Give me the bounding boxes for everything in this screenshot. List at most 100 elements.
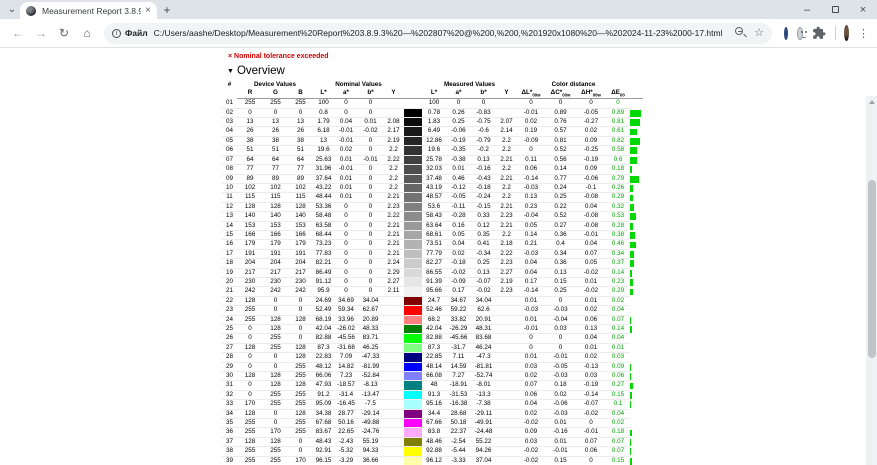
delta-e-value: 0.07 xyxy=(606,437,630,448)
zoom-out-icon[interactable] xyxy=(734,26,748,40)
cell-value: -0.07 xyxy=(471,277,496,288)
column-header xyxy=(630,88,643,100)
cell-value: 73.51 xyxy=(422,239,446,250)
profile-avatar[interactable] xyxy=(843,25,849,41)
delta-e-bar xyxy=(630,409,643,418)
cell-value: 68.19 xyxy=(313,315,334,326)
cell-value: 255 xyxy=(288,362,313,373)
info-icon[interactable]: i xyxy=(112,28,121,38)
cell-value: -0.02 xyxy=(358,126,383,137)
cell-value: -5.32 xyxy=(334,446,358,457)
cell-value: 20.89 xyxy=(358,315,383,326)
cell-value: 26 xyxy=(237,126,263,137)
bookmark-star-icon[interactable]: ☆ xyxy=(754,26,764,40)
extensions-puzzle-icon[interactable] xyxy=(812,26,826,40)
cell-value xyxy=(383,296,404,307)
cell-value: 2.2 xyxy=(383,183,404,194)
cell-value: -0.08 xyxy=(576,211,606,222)
extension-blue-icon[interactable] xyxy=(784,26,789,40)
cell-value: 0.76 xyxy=(545,117,576,128)
cell-value: 13 xyxy=(263,117,288,128)
delta-e-value: 0.14 xyxy=(606,268,630,278)
cell-value xyxy=(383,371,404,382)
cell-value: 0.02 xyxy=(576,305,606,316)
tab-close-icon[interactable]: × xyxy=(145,5,151,16)
cell-value: 2.21 xyxy=(383,239,404,250)
extension-face-icon[interactable] xyxy=(797,26,807,40)
delta-e-bar xyxy=(630,249,643,258)
minimize-button[interactable]: – xyxy=(793,0,821,19)
column-header: ΔC*00w xyxy=(545,88,576,100)
cell-value: 128 xyxy=(237,296,263,307)
cell-value: 37.04 xyxy=(471,456,496,465)
cell-value: 128 xyxy=(288,202,313,213)
chevron-down-icon[interactable]: ⌄ xyxy=(4,2,20,17)
cell-value: 153 xyxy=(288,221,313,231)
cell-value: 2.22 xyxy=(383,211,404,222)
group-header: Color distance xyxy=(551,81,596,88)
cell-value: 87.3 xyxy=(313,343,334,354)
reload-button[interactable]: ↻ xyxy=(54,23,74,43)
cell-value: 48.12 xyxy=(313,362,334,373)
address-bar[interactable]: i Файл C:/Users/aashe/Desktop/Measuremen… xyxy=(104,22,772,44)
cell-value: -7.38 xyxy=(471,399,496,410)
cell-value: 0.18 xyxy=(545,380,576,391)
cell-value xyxy=(383,446,404,457)
table-row: 23 255 0 0 52.49 59.34 62.67 52.46 59.22 62.6 -0.0… xyxy=(222,305,643,316)
delta-e-bar xyxy=(630,202,643,211)
cell-value: -0.14 xyxy=(576,390,606,401)
cell-value: 0 xyxy=(334,98,358,109)
cell-value xyxy=(496,427,517,438)
page-scrollbar[interactable] xyxy=(866,96,877,465)
new-tab-button[interactable]: + xyxy=(160,3,174,17)
color-swatch xyxy=(404,343,422,354)
scroll-up-icon[interactable] xyxy=(868,100,875,104)
cell-value: 82.21 xyxy=(313,258,334,269)
table-row: 02 0 0 0 0.8 0 0 0.78 0.26 -0.83 -0.01 0.89 -0.05 0.8… xyxy=(222,108,643,119)
cell-value: -29.11 xyxy=(471,409,496,420)
browser-tab[interactable]: Measurement Report 3.8.9.3 — × xyxy=(20,2,157,19)
cell-value: 0 xyxy=(358,268,383,278)
delta-e-bar xyxy=(630,306,643,315)
cell-value: 0.06 xyxy=(576,315,606,326)
cell-value: 22.85 xyxy=(422,352,446,363)
row-number: 36 xyxy=(222,427,237,438)
cell-value xyxy=(383,362,404,373)
cell-value: 62.6 xyxy=(471,305,496,316)
scrollbar-thumb[interactable] xyxy=(867,180,876,358)
cell-value: -0.08 xyxy=(576,221,606,231)
cell-value: 2.2 xyxy=(383,145,404,156)
delta-e-bar xyxy=(630,136,643,145)
cell-value: 0 xyxy=(237,333,263,344)
cell-value: 34.38 xyxy=(313,409,334,420)
delta-e-value: 0.04 xyxy=(606,305,630,316)
maximize-button[interactable] xyxy=(821,0,849,19)
forward-button[interactable]: → xyxy=(31,23,51,43)
cell-value: 2.2 xyxy=(496,136,517,147)
cell-value: 0.02 xyxy=(517,371,545,382)
cell-value: 0.04 xyxy=(334,117,358,128)
cell-value xyxy=(496,371,517,382)
color-swatch xyxy=(404,390,422,401)
overview-section-toggle[interactable]: ▼ Overview xyxy=(227,65,285,77)
delta-e-bar-fill xyxy=(630,392,632,399)
delta-e-bar xyxy=(630,174,643,183)
group-header xyxy=(630,81,643,89)
row-number: 34 xyxy=(222,409,237,420)
cell-value: 0.89 xyxy=(545,108,576,119)
cell-value: 255 xyxy=(263,343,288,354)
delta-e-value: 0.18 xyxy=(606,427,630,438)
back-button[interactable]: ← xyxy=(8,23,28,43)
home-button[interactable]: ⌂ xyxy=(77,23,97,43)
delta-e-value: 0.03 xyxy=(606,352,630,363)
close-window-button[interactable]: × xyxy=(849,0,877,19)
delta-e-bar xyxy=(630,447,643,456)
row-number: 09 xyxy=(222,174,237,184)
color-swatch xyxy=(404,305,422,316)
cell-value: 33.96 xyxy=(334,315,358,326)
cell-value: 0 xyxy=(545,98,576,109)
delta-e-bar-fill xyxy=(630,222,633,230)
delta-e-value: 0.1 xyxy=(606,399,630,410)
color-swatch xyxy=(404,155,422,166)
browser-menu-icon[interactable]: ⋮ xyxy=(858,27,869,40)
